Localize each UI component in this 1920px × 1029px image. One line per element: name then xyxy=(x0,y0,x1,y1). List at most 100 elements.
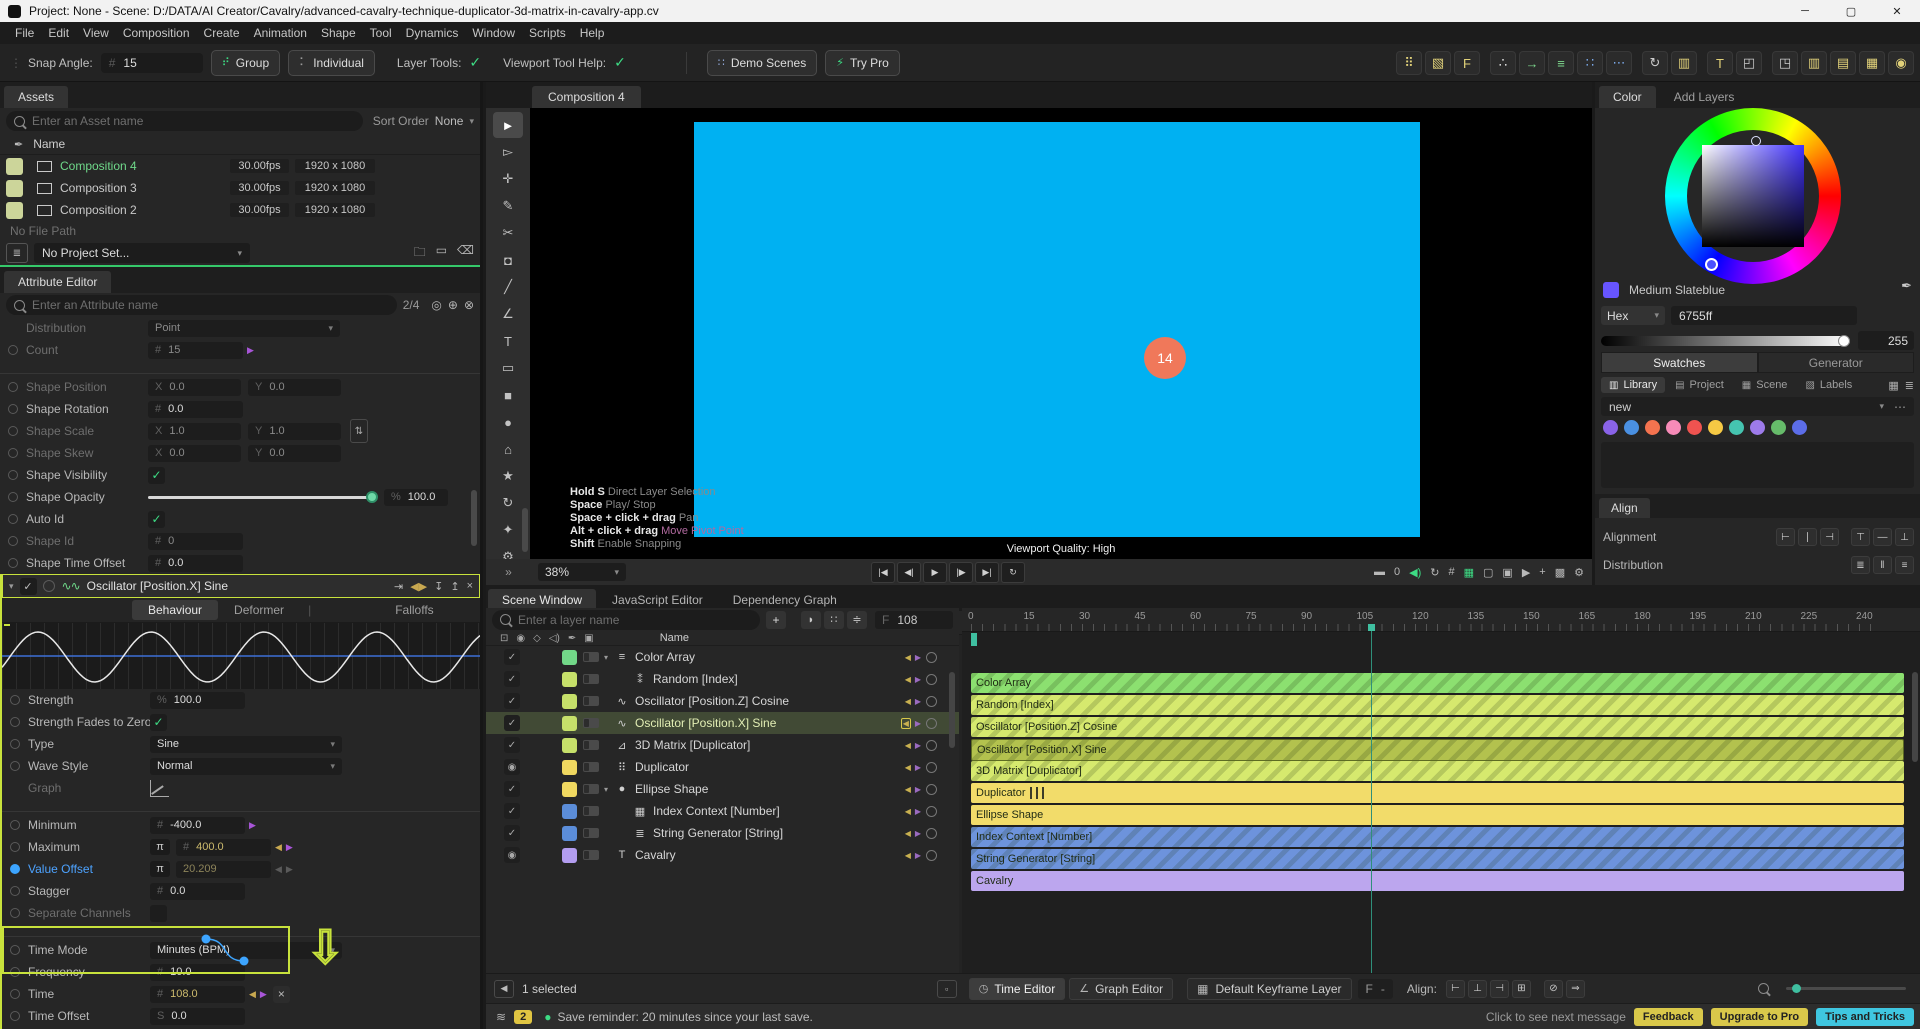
demo-scenes-button[interactable]: ∷Demo Scenes xyxy=(707,50,817,76)
add-guide-icon[interactable]: + xyxy=(1539,566,1545,578)
project-list-icon[interactable]: ≣ xyxy=(6,243,28,263)
menu-item-tool[interactable]: Tool xyxy=(363,26,399,40)
saturation-value-box[interactable] xyxy=(1702,145,1804,247)
attribute-y-field[interactable]: Y0.0 xyxy=(248,379,341,396)
align-stack-icon[interactable]: ≡ xyxy=(1548,51,1574,75)
zoom-attribute-icon[interactable]: ◎ xyxy=(431,298,441,312)
trash-icon[interactable]: ⌫ xyxy=(457,243,474,264)
attribute-checkbox[interactable]: ✓ xyxy=(148,467,165,484)
tab-assets[interactable]: Assets xyxy=(4,86,68,108)
color-swatch[interactable] xyxy=(1729,420,1744,435)
tab-align[interactable]: Align xyxy=(1599,498,1650,518)
keyframe-circle-icon[interactable] xyxy=(926,762,937,773)
pen-tool[interactable]: ✎ xyxy=(493,193,523,219)
keyframe-bullet-icon[interactable] xyxy=(10,717,20,727)
layer-row[interactable]: ◉⠿Duplicator◀▶ xyxy=(486,756,959,778)
lib-tab-library[interactable]: ▥Library xyxy=(1601,377,1665,393)
selection-icon[interactable]: ◀ xyxy=(494,980,514,998)
attribute-value-field[interactable]: #0.0 xyxy=(148,401,243,418)
keyframe-bullet-icon[interactable] xyxy=(10,908,20,918)
layer-row[interactable]: ✓∿Oscillator [Position.Z] Cosine◀▶ xyxy=(486,690,959,712)
next-keyframe-icon[interactable]: ▶ xyxy=(286,842,293,853)
attribute-value-field[interactable]: 20.209 xyxy=(176,861,271,878)
attribute-dropdown[interactable]: Point▾ xyxy=(148,320,340,337)
align-top-icon[interactable]: ⊤ xyxy=(1851,528,1870,546)
keyframe-circle-icon[interactable] xyxy=(926,696,937,707)
rectangle-tool[interactable]: ■ xyxy=(493,382,523,408)
alpha-slider[interactable] xyxy=(1601,336,1850,346)
next-keyframe-icon[interactable]: ▶ xyxy=(915,763,921,772)
group-button[interactable]: ⠞Group xyxy=(211,50,280,76)
layer-row[interactable]: ✓▦Index Context [Number]◀▶ xyxy=(486,800,959,822)
canvas-blue-rectangle[interactable] xyxy=(694,122,1420,537)
prev-keyframe-icon[interactable]: ◀ xyxy=(249,989,256,1000)
align-keys-middle-icon[interactable]: ⊥ xyxy=(1468,980,1487,998)
promote-icon[interactable]: ↥ xyxy=(450,580,459,593)
more-options-icon[interactable]: ⋯ xyxy=(1894,400,1906,414)
attribute-checkbox[interactable]: ✓ xyxy=(148,511,165,528)
alpha-slider-knob[interactable] xyxy=(1838,335,1850,347)
timeline-bar[interactable]: Index Context [Number] xyxy=(971,827,1904,847)
measure-tool[interactable]: ∠ xyxy=(493,301,523,327)
dots-row-icon[interactable]: ⋯ xyxy=(1606,51,1632,75)
current-frame-field[interactable]: F 108 xyxy=(875,611,953,629)
play-button[interactable]: ▶ xyxy=(923,562,947,583)
attribute-x-field[interactable]: X1.0 xyxy=(148,423,241,440)
render-icon[interactable]: ◇ xyxy=(533,633,541,644)
tips-tricks-button[interactable]: Tips and Tricks xyxy=(1816,1008,1914,1026)
color-swatch[interactable] xyxy=(1750,420,1765,435)
keyframe-circle-icon[interactable] xyxy=(926,784,937,795)
next-keyframe-icon[interactable]: ▶ xyxy=(915,741,921,750)
scissors-tool[interactable]: ✂ xyxy=(493,220,523,246)
brush-icon[interactable]: ◗ xyxy=(801,611,821,629)
next-keyframe-icon[interactable]: ▶ xyxy=(915,807,921,816)
timeline-bar[interactable]: String Generator [String] xyxy=(971,849,1904,869)
sort-order-dropdown[interactable]: None▾ xyxy=(435,114,474,128)
attribute-y-field[interactable]: Y0.0 xyxy=(248,445,341,462)
layer-enabled-checkbox[interactable]: ✓ xyxy=(504,737,520,753)
go-to-start-button[interactable]: |◀ xyxy=(871,562,895,583)
rotate-icon[interactable]: ↻ xyxy=(1642,51,1668,75)
timeline-pane[interactable]: 0153045607590105120135150165180195210225… xyxy=(962,608,1920,973)
timeline-bar[interactable]: 3D Matrix [Duplicator] xyxy=(971,761,1904,781)
timeline-zoom-handle[interactable] xyxy=(1792,984,1801,993)
layer-color-swatch[interactable] xyxy=(562,848,577,863)
grid-toggle-icon[interactable]: ▦ xyxy=(1464,566,1474,579)
attribute-value-field[interactable]: #400.0 xyxy=(176,839,271,856)
attribute-checkbox[interactable]: ✓ xyxy=(150,714,167,731)
frame-icon[interactable]: ▭ xyxy=(436,243,447,264)
add-layer-button[interactable]: + xyxy=(766,611,786,629)
timeline-ruler[interactable]: 0153045607590105120135150165180195210225… xyxy=(962,608,1920,632)
keyframe-circle-icon[interactable] xyxy=(926,718,937,729)
attribute-dropdown[interactable]: Normal▾ xyxy=(150,758,342,775)
attribute-y-field[interactable]: Y1.0 xyxy=(248,423,341,440)
color-swatch[interactable] xyxy=(1792,420,1807,435)
layer-color-swatch[interactable] xyxy=(562,672,577,687)
swatch-group-dropdown[interactable]: new ▾ ⋯ xyxy=(1601,397,1914,416)
alpha-value-field[interactable]: 255 xyxy=(1858,331,1914,350)
next-keyframe-icon[interactable]: ▶ xyxy=(915,785,921,794)
layer-row[interactable]: ✓∿Oscillator [Position.X] Sine◀▶ xyxy=(486,712,959,734)
layer-enabled-checkbox[interactable]: ✓ xyxy=(504,649,520,665)
layer-enabled-checkbox[interactable]: ✓ xyxy=(504,715,520,731)
keyframe-bullet-icon[interactable] xyxy=(10,739,20,749)
asset-color-swatch[interactable] xyxy=(6,158,23,175)
expand-chevron-icon[interactable]: ▾ xyxy=(599,653,613,662)
maximize-button[interactable]: ▢ xyxy=(1828,0,1874,22)
filter-sliders-icon[interactable]: ≑ xyxy=(847,611,867,629)
snap-magnet-icon[interactable]: ∷ xyxy=(824,611,844,629)
snap-angle-field[interactable]: #15 xyxy=(101,53,203,73)
next-keyframe-icon[interactable]: ▶ xyxy=(915,829,921,838)
keyframe-circle-icon[interactable] xyxy=(926,652,937,663)
keyframe-bullet-icon[interactable] xyxy=(10,864,20,874)
timeline-bar[interactable]: Oscillator [Position.X] Sine xyxy=(971,739,1904,761)
keyframe-circle-icon[interactable] xyxy=(926,850,937,861)
keyframe-bullet-icon[interactable] xyxy=(8,404,18,414)
align-top-right-icon[interactable]: ◳ xyxy=(1772,51,1798,75)
asset-row[interactable]: Composition 230.00fps1920 x 1080 xyxy=(0,199,480,221)
next-keyframe-icon[interactable]: ▶ xyxy=(915,851,921,860)
prev-keyframe-icon[interactable]: ◀ xyxy=(905,653,911,662)
keyframe-circle-icon[interactable] xyxy=(926,828,937,839)
audio-icon[interactable]: ◁) xyxy=(549,633,560,644)
menu-item-composition[interactable]: Composition xyxy=(116,26,197,40)
